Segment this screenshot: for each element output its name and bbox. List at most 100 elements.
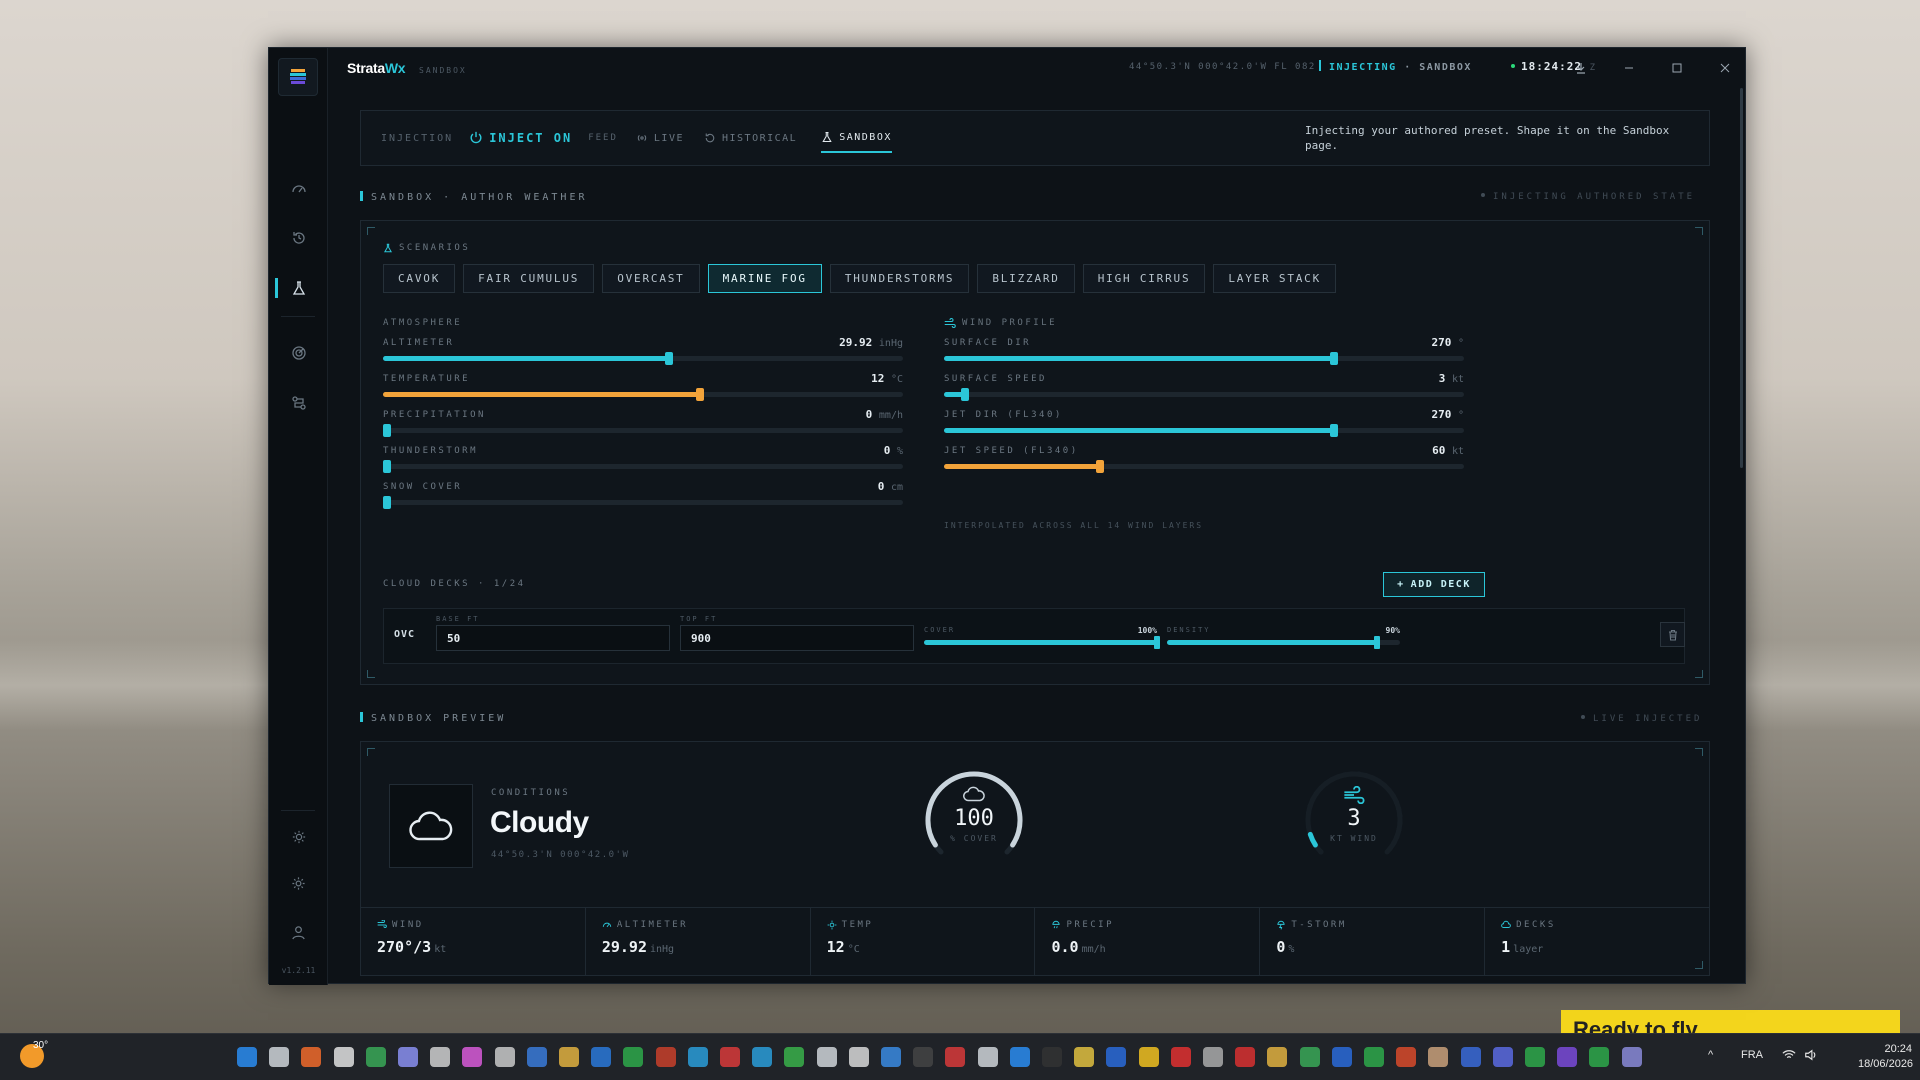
inject-on-toggle[interactable]: INJECT ON (469, 131, 572, 145)
taskbar-app-icon[interactable] (494, 1047, 515, 1067)
slider-track[interactable] (383, 352, 903, 365)
download-icon[interactable] (1569, 58, 1593, 78)
density-knob[interactable] (1373, 636, 1380, 649)
slider-surface-speed[interactable]: SURFACE SPEED 3 kt (944, 372, 1464, 404)
taskbar-app-icon[interactable] (1235, 1047, 1256, 1067)
taskbar-app-icon[interactable] (881, 1047, 901, 1067)
slider-track[interactable] (944, 352, 1464, 365)
taskbar-app-icon[interactable] (784, 1047, 805, 1067)
delete-deck-trash-icon[interactable] (1660, 622, 1685, 647)
scenario-chip[interactable]: BLIZZARD (977, 264, 1075, 293)
density-slider[interactable]: DENSITY 90% (1167, 626, 1400, 650)
history-icon[interactable] (269, 224, 328, 252)
slider-knob[interactable] (1330, 352, 1338, 365)
tab-live[interactable]: LIVE (636, 123, 684, 153)
taskbar-app-icon[interactable] (720, 1047, 740, 1067)
theme-sun-icon[interactable] (269, 823, 328, 851)
slider-track[interactable] (383, 388, 903, 401)
base-ft-input[interactable] (436, 625, 670, 651)
taskbar-app-icon[interactable] (1009, 1047, 1030, 1067)
taskbar-app-icon[interactable] (1170, 1047, 1191, 1067)
taskbar-app-icon[interactable] (365, 1047, 386, 1067)
taskbar-app-icon[interactable] (1621, 1047, 1642, 1067)
settings-gear-icon[interactable] (269, 869, 328, 897)
taskbar-app-icon[interactable] (623, 1047, 644, 1067)
taskbar-app-icon[interactable] (848, 1047, 869, 1067)
taskbar-app-icon[interactable] (333, 1047, 354, 1067)
user-icon[interactable] (269, 918, 328, 946)
taskbar-app-icon[interactable] (1267, 1047, 1288, 1067)
app-logo[interactable] (278, 58, 318, 96)
scenario-chip[interactable]: OVERCAST (602, 264, 700, 293)
taskbar-app-icon[interactable] (1299, 1047, 1320, 1067)
wifi-icon[interactable] (1782, 1049, 1796, 1064)
taskbar-app-icon[interactable] (1331, 1047, 1352, 1067)
taskbar-app-icon[interactable] (1042, 1047, 1062, 1067)
slider-jet-dir-fl340[interactable]: JET DIR (FL340) 270 ° (944, 408, 1464, 440)
maximize-button[interactable] (1665, 58, 1689, 78)
cover-knob[interactable] (1154, 636, 1160, 649)
taskbar-app-icon[interactable] (1138, 1047, 1159, 1067)
slider-knob[interactable] (383, 496, 391, 509)
taskbar-app-icon[interactable] (1364, 1047, 1384, 1067)
slider-knob[interactable] (696, 388, 705, 401)
slider-knob[interactable] (1330, 424, 1338, 437)
language-indicator[interactable]: FRA (1741, 1049, 1763, 1061)
slider-snow-cover[interactable]: SNOW COVER 0 cm (383, 480, 903, 512)
minimize-button[interactable] (1617, 58, 1641, 78)
taskbar-app-icon[interactable] (1525, 1047, 1545, 1067)
taskbar-app-icon[interactable] (559, 1047, 579, 1067)
taskbar-app-icon[interactable] (977, 1047, 998, 1067)
slider-altimeter[interactable]: ALTIMETER 29.92 inHg (383, 336, 903, 368)
cover-slider[interactable]: COVER 100% (924, 626, 1160, 650)
scenario-chip[interactable]: HIGH CIRRUS (1082, 264, 1206, 293)
taskbar-app-icon[interactable] (1557, 1047, 1578, 1067)
tray-chevron-icon[interactable]: ^ (1708, 1049, 1713, 1061)
routes-icon[interactable] (269, 389, 328, 417)
taskbar-app-icon[interactable] (816, 1047, 837, 1067)
slider-track[interactable] (383, 424, 903, 437)
taskbar-app-icon[interactable] (1396, 1047, 1417, 1067)
slider-track[interactable] (383, 496, 903, 509)
slider-knob[interactable] (665, 352, 673, 365)
system-clock[interactable]: 20:24 18/06/2026 (1858, 1042, 1913, 1072)
dashboard-icon[interactable] (269, 175, 328, 203)
scenario-chip[interactable]: MARINE FOG (707, 264, 822, 293)
taskbar-app-icon[interactable] (655, 1047, 676, 1067)
taskbar-app-icon[interactable] (301, 1047, 322, 1067)
taskbar-app-icon[interactable] (1203, 1047, 1223, 1067)
scenario-chip[interactable]: THUNDERSTORMS (829, 264, 970, 293)
taskbar-app-icon[interactable] (430, 1047, 451, 1067)
scrollbar[interactable] (1740, 88, 1743, 468)
taskbar-app-icon[interactable] (462, 1047, 483, 1067)
slider-track[interactable] (383, 460, 903, 473)
sandbox-flask-icon[interactable] (269, 274, 328, 302)
taskbar-app-icon[interactable] (1106, 1047, 1127, 1067)
taskbar-app-icon[interactable] (1460, 1047, 1481, 1067)
taskbar-app-icon[interactable] (1492, 1047, 1513, 1067)
volume-icon[interactable] (1804, 1049, 1818, 1064)
slider-knob[interactable] (960, 388, 969, 401)
taskbar-app-icon[interactable] (237, 1047, 257, 1067)
radar-icon[interactable] (269, 339, 328, 367)
tab-sandbox[interactable]: SANDBOX (821, 123, 892, 153)
tab-historical[interactable]: HISTORICAL (704, 123, 797, 153)
taskbar-app-icon[interactable] (1589, 1047, 1610, 1067)
close-button[interactable] (1713, 58, 1737, 78)
slider-track[interactable] (944, 388, 1464, 401)
slider-jet-speed-fl340[interactable]: JET SPEED (FL340) 60 kt (944, 444, 1464, 476)
slider-knob[interactable] (1096, 460, 1104, 473)
taskbar-app-icon[interactable] (687, 1047, 708, 1067)
taskbar-app-icon[interactable] (945, 1047, 966, 1067)
slider-knob[interactable] (383, 424, 391, 437)
taskbar-app-icon[interactable] (591, 1047, 612, 1067)
taskbar-app-icon[interactable] (752, 1047, 773, 1067)
taskbar-app-icon[interactable] (526, 1047, 547, 1067)
taskbar-app-icon[interactable] (913, 1047, 934, 1067)
slider-surface-dir[interactable]: SURFACE DIR 270 ° (944, 336, 1464, 368)
top-ft-input[interactable] (680, 625, 914, 651)
scenario-chip[interactable]: FAIR CUMULUS (463, 264, 595, 293)
taskbar-app-icon[interactable] (1428, 1047, 1449, 1067)
slider-temperature[interactable]: TEMPERATURE 12 °C (383, 372, 903, 404)
taskbar-app-icon[interactable] (1074, 1047, 1095, 1067)
